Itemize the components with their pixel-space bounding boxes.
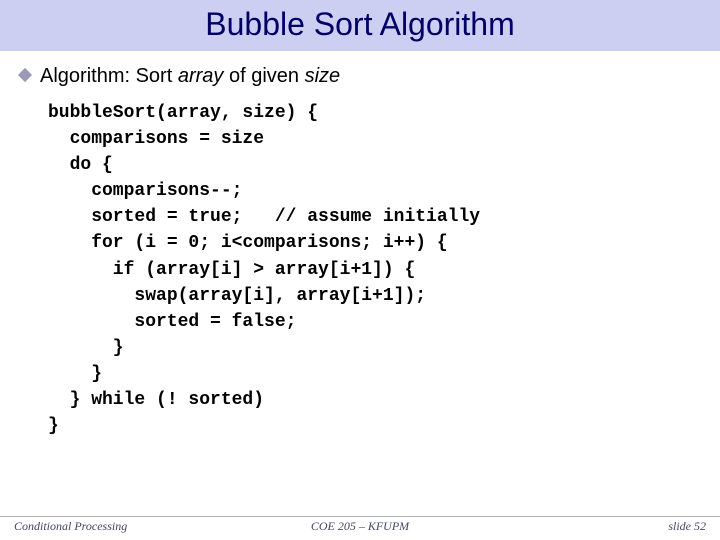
diamond-bullet-icon: [18, 68, 32, 82]
footer: Conditional Processing COE 205 – KFUPM s…: [0, 516, 720, 534]
slide-title: Bubble Sort Algorithm: [205, 6, 515, 42]
code-block: bubbleSort(array, size) { comparisons = …: [48, 100, 720, 439]
bullet-prefix: Algorithm: Sort: [40, 65, 178, 87]
title-bar: Bubble Sort Algorithm: [0, 0, 720, 51]
bullet-italic-size: size: [305, 65, 341, 87]
bullet-mid: of given: [223, 65, 304, 87]
footer-right: slide 52: [668, 519, 706, 534]
bullet-line: Algorithm: Sort array of given size: [20, 65, 720, 88]
footer-left: Conditional Processing: [14, 519, 127, 534]
bullet-italic-array: array: [178, 65, 224, 87]
